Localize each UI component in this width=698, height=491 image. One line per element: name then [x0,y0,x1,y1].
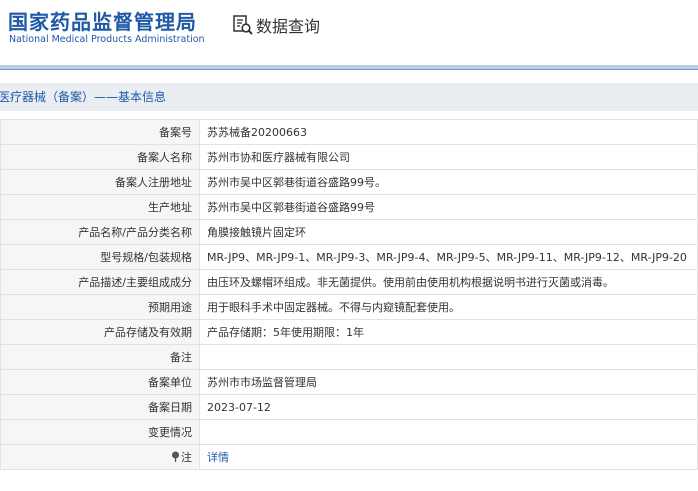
field-value: 苏州市市场监督管理局 [199,369,698,395]
details-link[interactable]: 详情 [207,451,229,464]
table-row: 变更情况 [0,419,698,445]
section-title-text: 医疗器械（备案）——基本信息 [0,90,167,104]
field-value: 产品存储期：5年使用期限：1年 [199,319,698,345]
table-row: 备案日期 2023-07-12 [0,394,698,420]
field-value [199,419,698,445]
field-value: MR-JP9、MR-JP9-1、MR-JP9-3、MR-JP9-4、MR-JP9… [199,244,698,270]
field-value: 用于眼科手术中固定器械。不得与内窥镜配套使用。 [199,294,698,320]
site-header: 国家药品监督管理局 National Medical Products Admi… [0,0,698,60]
note-label: 注 [181,451,192,464]
field-label: 产品描述/主要组成成分 [0,269,200,295]
pin-icon [172,451,179,462]
field-value: 苏州市协和医疗器械有限公司 [199,144,698,170]
field-value: 2023-07-12 [199,394,698,420]
field-label: 预期用途 [0,294,200,320]
field-value [199,344,698,370]
field-label: 型号规格/包装规格 [0,244,200,270]
field-label: 备案日期 [0,394,200,420]
table-row: 产品名称/产品分类名称 角膜接触镜片固定环 [0,219,698,245]
agency-logo-cn[interactable]: 国家药品监督管理局 [8,6,197,35]
table-row: 备案人名称 苏州市协和医疗器械有限公司 [0,144,698,170]
field-label: 变更情况 [0,419,200,445]
field-value: 苏苏械备20200663 [199,119,698,145]
section-title: 医疗器械（备案）——基本信息 [0,83,698,111]
table-row: 生产地址 苏州市吴中区郭巷街道谷盛路99号 [0,194,698,220]
field-label: 备案单位 [0,369,200,395]
field-label: 备注 [0,344,200,370]
table-row: 备案号 苏苏械备20200663 [0,119,698,145]
field-label: 注 [0,444,200,470]
table-row: 产品描述/主要组成成分 由压环及螺帽环组成。非无菌提供。使用前由使用机构根据说明书… [0,269,698,295]
data-query-heading: 数据查询 [232,13,320,37]
field-label: 备案人名称 [0,144,200,170]
field-value: 苏州市吴中区郭巷街道谷盛路99号。 [199,169,698,195]
field-label: 备案人注册地址 [0,169,200,195]
table-row: 备注 [0,344,698,370]
field-value: 由压环及螺帽环组成。非无菌提供。使用前由使用机构根据说明书进行灭菌或消毒。 [199,269,698,295]
table-row: 型号规格/包装规格 MR-JP9、MR-JP9-1、MR-JP9-3、MR-JP9… [0,244,698,270]
table-row-detail: 注 详情 [0,444,698,470]
agency-logo-en: National Medical Products Administration [9,34,205,45]
field-value: 角膜接触镜片固定环 [199,219,698,245]
table-row: 产品存储及有效期 产品存储期：5年使用期限：1年 [0,319,698,345]
record-table: 备案号 苏苏械备20200663 备案人名称 苏州市协和医疗器械有限公司 备案人注册地址… [0,119,698,470]
query-title: 数据查询 [256,17,321,36]
header-divider [0,69,698,70]
field-label: 生产地址 [0,194,200,220]
field-label: 产品存储及有效期 [0,319,200,345]
field-value: 苏州市吴中区郭巷街道谷盛路99号 [199,194,698,220]
table-row: 备案人注册地址 苏州市吴中区郭巷街道谷盛路99号。 [0,169,698,195]
document-search-icon [233,15,253,35]
table-row: 备案单位 苏州市市场监督管理局 [0,369,698,395]
field-label: 备案号 [0,119,200,145]
field-label: 产品名称/产品分类名称 [0,219,200,245]
table-row: 预期用途 用于眼科手术中固定器械。不得与内窥镜配套使用。 [0,294,698,320]
field-value: 详情 [199,444,698,470]
